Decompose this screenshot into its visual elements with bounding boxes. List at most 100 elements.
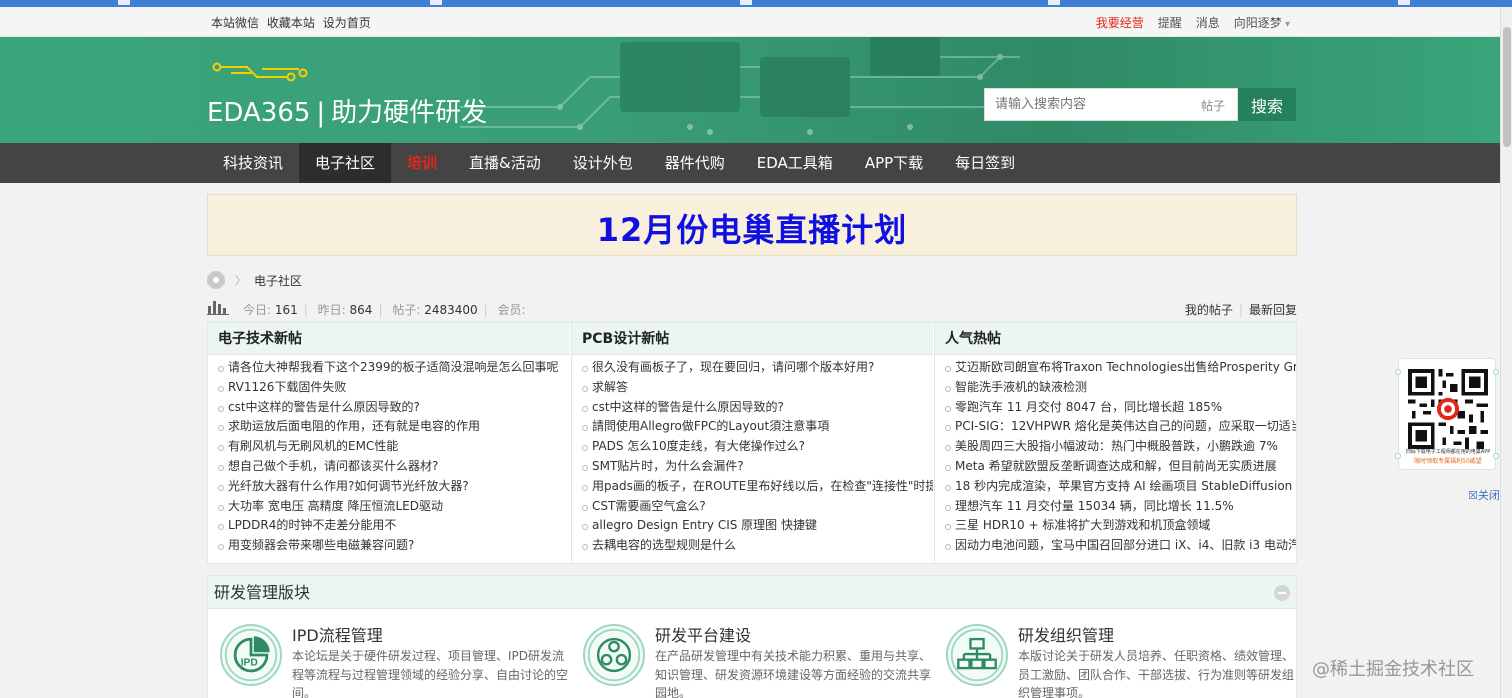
hot-posts-panel: 电子技术新帖 请各位大神帮我看下这个2399的板子适简没混响是怎么回事呢 RV1…: [207, 322, 1297, 564]
list-item[interactable]: 去耦电容的选型规则是什么: [582, 536, 933, 556]
list-item[interactable]: 零跑汽车 11 月交付 8047 台，同比增长超 185%: [945, 398, 1296, 418]
rd-management-section: 研发管理版块 IPD IPD流程管理 本论坛是关于硬件研发过程、项目管理、IPD…: [207, 575, 1297, 698]
list-item[interactable]: cst中这样的警告是什么原因导致的?: [218, 398, 570, 418]
site-logo[interactable]: EDA365 | 助力硬件研发: [207, 92, 487, 129]
collapse-icon[interactable]: [1274, 585, 1290, 601]
close-label: 关闭: [1477, 489, 1500, 502]
list-item[interactable]: 有刷风机与无刷风机的EMC性能: [218, 437, 570, 457]
list-item[interactable]: 大功率 宽电压 高精度 降压恒流LED驱动: [218, 497, 570, 517]
close-icon: ☒: [1468, 489, 1478, 502]
qr-caption: 扫码下载电子工程师都在用的电巢APP: [1405, 449, 1491, 455]
list-item[interactable]: LPDDR4的时钟不走差分能用不: [218, 516, 570, 536]
list-item[interactable]: 想自己做个手机，请问都该买什么器材?: [218, 457, 570, 477]
search-input[interactable]: [985, 89, 1185, 120]
list-item[interactable]: RV1126下载固件失败: [218, 378, 570, 398]
list-item[interactable]: 智能洗手液机的缺液检测: [945, 378, 1296, 398]
pcb-background-art: [460, 37, 1020, 135]
latest-reply-link[interactable]: 最新回复: [1249, 303, 1297, 317]
list-item[interactable]: cst中这样的警告是什么原因导致的?: [582, 398, 933, 418]
promo-title: 12月份电巢直播计划: [596, 211, 908, 249]
site-slogan: 助力硬件研发: [331, 98, 488, 128]
today-count: 161: [274, 303, 298, 317]
list-item[interactable]: 求解答: [582, 378, 933, 398]
org-chart-icon[interactable]: [946, 624, 1008, 686]
list-item[interactable]: CST需要画空气盒么?: [582, 497, 933, 517]
ipd-icon[interactable]: IPD: [220, 624, 282, 686]
forum-title[interactable]: 研发组织管理: [1018, 622, 1114, 646]
list-item[interactable]: 光纤放大器有什么作用?如何调节光纤放大器?: [218, 477, 570, 497]
forum-title[interactable]: 研发平台建设: [655, 622, 751, 646]
bookmark-link[interactable]: 收藏本站: [267, 16, 315, 30]
search-box: 帖子: [984, 88, 1238, 121]
logo-separator: |: [316, 98, 326, 128]
user-menu[interactable]: 向阳逐梦: [1234, 14, 1290, 31]
members-label: 会员:: [497, 303, 526, 317]
electronics-new-posts: 电子技术新帖 请各位大神帮我看下这个2399的板子适简没混响是怎么回事呢 RV1…: [208, 323, 570, 563]
list-item[interactable]: PCI-SIG：12VHPWR 熔化是英伟达自己的问题，应采取一切适当: [945, 417, 1296, 437]
my-posts-link[interactable]: 我的帖子: [1185, 303, 1233, 317]
breadcrumb-arrow-icon: 〉: [235, 274, 246, 287]
nav-training[interactable]: 培训: [391, 143, 453, 183]
list-item[interactable]: PADS 怎么10度走线，有大佬操作过么?: [582, 437, 933, 457]
main-nav: 科技资讯 电子社区 培训 直播&活动 设计外包 器件代购 EDA工具箱 APP下…: [0, 143, 1500, 183]
yesterday-count: 864: [349, 303, 373, 317]
list-item[interactable]: SMT贴片时，为什么会漏件?: [582, 457, 933, 477]
list-item[interactable]: 三星 HDR10 + 标准将扩大到游戏和机顶盒领域: [945, 516, 1296, 536]
popular-posts: 人气热帖 艾迈斯欧司朗宣布将Traxon Technologies出售给Pros…: [934, 323, 1296, 563]
yesterday-label: 昨日:: [317, 303, 346, 317]
list-item[interactable]: Meta 希望就欧盟反垄断调查达成和解，但目前尚无实质进展: [945, 457, 1296, 477]
location-pin-icon[interactable]: [207, 271, 225, 289]
search-button[interactable]: 搜索: [1238, 88, 1296, 121]
forum-stats: 今日: 161 | 昨日: 864 | 帖子: 2483400 | 会员: 我的帖子 |…: [207, 298, 1297, 318]
list-item[interactable]: 请各位大神帮我看下这个2399的板子适简没混响是怎么回事呢: [218, 358, 570, 378]
nav-daily-checkin[interactable]: 每日签到: [939, 143, 1031, 183]
nav-community[interactable]: 电子社区: [299, 143, 392, 183]
list-item[interactable]: 18 秒内完成渲染，苹果官方支持 AI 绘画项目 StableDiffusion: [945, 477, 1296, 497]
wechat-link[interactable]: 本站微信: [211, 16, 259, 30]
frame-pin-icon: [1493, 453, 1499, 459]
nav-component-purchase[interactable]: 器件代购: [649, 143, 741, 183]
breadcrumb-current[interactable]: 电子社区: [254, 272, 302, 289]
section-header: 研发管理版块: [208, 576, 1296, 609]
today-label: 今日:: [243, 303, 272, 317]
frame-pin-icon: [1395, 453, 1401, 459]
close-qr-button[interactable]: ☒关闭: [1468, 487, 1500, 503]
remind-link[interactable]: 提醒: [1158, 14, 1182, 31]
svg-text:IPD: IPD: [241, 657, 258, 668]
nav-live-events[interactable]: 直播&活动: [453, 143, 557, 183]
list-item[interactable]: 理想汽车 11 月交付量 15034 辆，同比增长 11.5%: [945, 497, 1296, 517]
scrollbar-thumb[interactable]: [1503, 27, 1511, 147]
top-utility-bar: 本站微信 收藏本站 设为首页 我要经营 提醒 消息 向阳逐梦: [0, 7, 1500, 37]
promo-banner[interactable]: 12月份电巢直播计划: [207, 194, 1297, 256]
list-item[interactable]: allegro Design Entry CIS 原理图 快捷键: [582, 516, 933, 536]
nav-eda-toolbox[interactable]: EDA工具箱: [741, 143, 849, 183]
logo-wordmark: EDA365: [207, 98, 311, 128]
list-item[interactable]: 請問使用Allegro做FPC的Layout須注意事項: [582, 417, 933, 437]
messages-link[interactable]: 消息: [1196, 14, 1220, 31]
breadcrumb: 〉 电子社区: [207, 270, 302, 290]
platform-icon[interactable]: [583, 624, 645, 686]
list-item[interactable]: 求助运放后面电阻的作用，还有就是电容的作用: [218, 417, 570, 437]
list-item[interactable]: 用变频器会带来哪些电磁兼容问题?: [218, 536, 570, 556]
browser-tab-strip: [0, 0, 1512, 7]
watermark: @稀土掘金技术社区: [1312, 659, 1474, 680]
nav-app-download[interactable]: APP下载: [849, 143, 939, 183]
forum-desc: 本版讨论关于研发人员培养、任职资格、绩效管理、员工激励、团队合作、干部选拔、行为…: [1018, 649, 1295, 698]
set-homepage-link[interactable]: 设为首页: [323, 16, 371, 30]
qr-promo-caption: 限时领取专属福利50威望: [1414, 458, 1482, 465]
forum-title[interactable]: IPD流程管理: [292, 622, 383, 646]
nav-tech-news[interactable]: 科技资讯: [207, 143, 299, 183]
column-title: 人气热帖: [935, 323, 1296, 355]
business-link[interactable]: 我要经营: [1096, 14, 1144, 31]
list-item[interactable]: 美股周四三大股指小幅波动：热门中概股普跌，小鹏跌逾 7%: [945, 437, 1296, 457]
search-scope-select[interactable]: 帖子: [1201, 97, 1225, 114]
list-item[interactable]: 很久没有画板子了，现在要回归，请问哪个版本好用?: [582, 358, 933, 378]
pcb-new-posts: PCB设计新帖 很久没有画板子了，现在要回归，请问哪个版本好用? 求解答 cst…: [571, 323, 933, 563]
list-item[interactable]: 艾迈斯欧司朗宣布将Traxon Technologies出售给Prosperit…: [945, 358, 1296, 378]
forum-desc: 本论坛是关于硬件研发过程、项目管理、IPD研发流程等流程与过程管理领域的经验分享…: [292, 649, 569, 698]
nav-design-outsourcing[interactable]: 设计外包: [557, 143, 649, 183]
app-qr-float[interactable]: 扫码下载电子工程师都在用的电巢APP 限时领取专属福利50威望: [1395, 358, 1499, 470]
list-item[interactable]: 因动力电池问题，宝马中国召回部分进口 iX、i4、旧款 i3 电动汽: [945, 536, 1296, 556]
page-scrollbar[interactable]: [1500, 7, 1512, 698]
list-item[interactable]: 用pads画的板子，在ROUTE里布好线以后，在检查"连接性"时提示: [582, 477, 933, 497]
